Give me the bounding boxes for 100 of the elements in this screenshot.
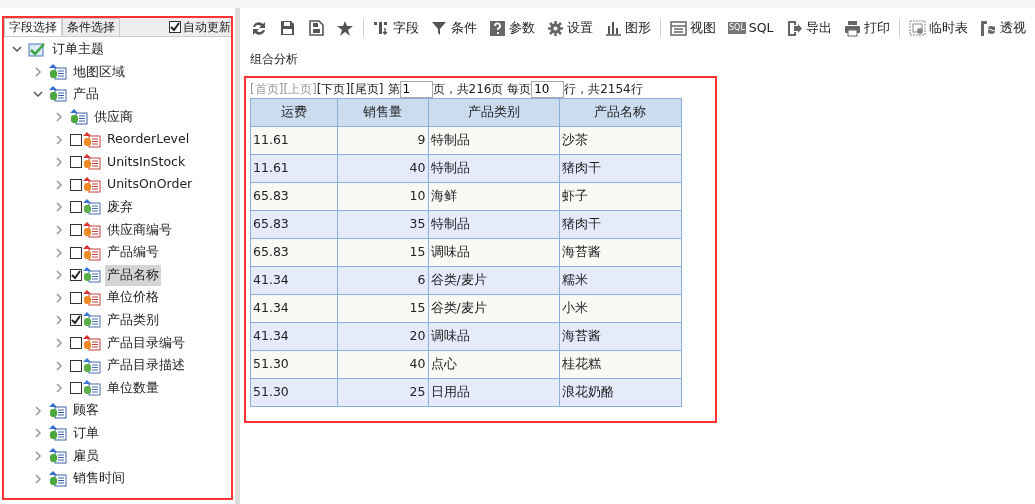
expand-caret-icon[interactable] xyxy=(54,292,64,303)
table-cell: 日用品 xyxy=(428,378,560,407)
pager-text: 页，共216页 每页 xyxy=(432,81,532,98)
folder-list-icon xyxy=(49,63,67,80)
expand-caret-icon[interactable] xyxy=(54,315,64,326)
tree-item[interactable]: 产品 xyxy=(71,84,101,105)
checkbox[interactable] xyxy=(70,133,82,146)
expand-caret-icon[interactable] xyxy=(33,473,43,484)
tree-item[interactable]: 供应商 xyxy=(92,106,135,128)
page-field[interactable]: 1 xyxy=(399,80,433,98)
column-header: 产品名称 xyxy=(559,98,682,127)
table-cell: 谷类/麦片 xyxy=(428,266,560,295)
checkbox[interactable] xyxy=(70,359,82,372)
expand-caret-icon[interactable] xyxy=(54,134,64,145)
table-cell: 40 xyxy=(337,350,428,379)
expand-caret-icon[interactable] xyxy=(54,247,64,258)
report-title: 组合分析 xyxy=(250,51,299,68)
toolbar-button[interactable]: 导出 xyxy=(779,18,838,38)
tree-item[interactable]: 废弃 xyxy=(105,197,135,218)
tree-item[interactable]: UnitsOnOrder xyxy=(105,174,195,196)
tree-item[interactable]: 供应商编号 xyxy=(105,219,174,241)
folder-list-icon xyxy=(49,470,67,487)
rows-per-page-field[interactable]: 10 xyxy=(531,80,565,98)
tree-item[interactable]: ReorderLevel xyxy=(105,129,192,151)
table-cell: 25 xyxy=(337,378,428,407)
table-cell: 特制品 xyxy=(428,126,560,155)
tree-item[interactable]: 单位数量 xyxy=(105,377,161,399)
expand-caret-icon[interactable] xyxy=(54,225,64,236)
collapse-caret-icon[interactable] xyxy=(12,44,22,55)
table-cell: 海鲜 xyxy=(428,182,560,211)
expand-caret-icon[interactable] xyxy=(54,202,64,213)
expand-caret-icon[interactable] xyxy=(54,360,64,371)
expand-caret-icon[interactable] xyxy=(54,157,64,168)
toolbar-button[interactable]: 打印 xyxy=(837,18,896,38)
toolbar-button[interactable]: 字段 xyxy=(367,18,425,38)
expand-caret-icon[interactable] xyxy=(33,405,43,416)
toolbar-button[interactable]: 设置 xyxy=(541,18,599,38)
expand-caret-icon[interactable] xyxy=(54,179,64,190)
expand-caret-icon[interactable] xyxy=(54,270,64,281)
toolbar-button[interactable]: SQL SQL xyxy=(722,18,780,38)
toolbar-button[interactable]: 临时表 xyxy=(902,18,974,38)
table-cell: 6 xyxy=(337,266,428,295)
checkbox[interactable] xyxy=(70,178,82,191)
expand-caret-icon[interactable] xyxy=(33,428,43,439)
tree-item[interactable]: 产品编号 xyxy=(105,242,161,263)
expand-caret-icon[interactable] xyxy=(54,383,64,394)
pager-link[interactable]: [下页] xyxy=(316,80,351,98)
table-cell: 调味品 xyxy=(428,238,560,267)
field-list-icon xyxy=(83,222,101,239)
table-cell: 9 xyxy=(337,126,428,155)
checkbox[interactable] xyxy=(70,382,82,395)
tree-item[interactable]: 销售时间 xyxy=(71,468,127,489)
checklist-icon xyxy=(28,41,46,58)
checkbox[interactable] xyxy=(70,314,82,327)
tree-item[interactable]: 单位价格 xyxy=(105,287,161,309)
toolbar-button[interactable]: 透视 xyxy=(973,18,1032,38)
tree-item[interactable]: 雇员 xyxy=(71,445,101,467)
expand-caret-icon[interactable] xyxy=(33,66,43,77)
checkbox[interactable] xyxy=(70,269,82,282)
expand-caret-icon[interactable] xyxy=(54,338,64,348)
checkbox[interactable] xyxy=(70,156,82,169)
field-list-icon xyxy=(83,289,101,306)
table-cell: 沙茶 xyxy=(559,126,682,155)
toolbar-button[interactable]: 视图 xyxy=(664,18,722,38)
toolbar-button[interactable]: 条件 xyxy=(425,18,483,38)
tree-item[interactable]: 顾客 xyxy=(71,400,101,422)
expand-caret-icon[interactable] xyxy=(54,112,64,123)
tree-item[interactable]: UnitsInStock xyxy=(105,151,188,173)
checkbox[interactable] xyxy=(70,246,82,259)
help-icon xyxy=(489,19,506,37)
checkbox[interactable] xyxy=(70,201,82,214)
tree-item[interactable]: 产品名称 xyxy=(105,264,161,286)
table-cell: 15 xyxy=(337,294,428,323)
pager-text: 行，共2154行 xyxy=(564,81,643,98)
toolbar-button[interactable]: 参数 xyxy=(483,18,541,38)
folder-list-icon xyxy=(70,109,88,126)
table-icon xyxy=(908,19,926,37)
column-header: 运费 xyxy=(250,98,338,127)
tree-item[interactable]: 产品类别 xyxy=(105,310,161,331)
checkbox[interactable] xyxy=(70,224,82,237)
panel-tab[interactable]: 字段选择 xyxy=(4,18,62,36)
checkbox[interactable] xyxy=(169,21,181,33)
panel-tab[interactable]: 条件选择 xyxy=(62,18,120,36)
pager-link[interactable]: [尾页] xyxy=(350,80,384,98)
collapse-caret-icon[interactable] xyxy=(33,89,43,100)
checkbox[interactable] xyxy=(70,291,82,304)
table-cell: 41.34 xyxy=(250,322,338,351)
toolbar-button[interactable]: 图形 xyxy=(599,18,657,38)
tree-item[interactable]: 订单 xyxy=(71,423,101,444)
checkbox[interactable] xyxy=(70,337,82,349)
folder-list-icon xyxy=(49,448,67,464)
table-cell: 糯米 xyxy=(559,266,682,295)
table-cell: 调味品 xyxy=(428,322,560,351)
expand-caret-icon[interactable] xyxy=(33,451,43,461)
bar-chart-icon xyxy=(605,19,622,37)
tree-item[interactable]: 产品目录描述 xyxy=(105,355,187,376)
tree-item[interactable]: 产品目录编号 xyxy=(105,332,187,354)
field-list-icon xyxy=(83,335,101,351)
tree-item[interactable]: 地图区域 xyxy=(71,61,127,83)
tree-item[interactable]: 订单主题 xyxy=(50,38,106,60)
